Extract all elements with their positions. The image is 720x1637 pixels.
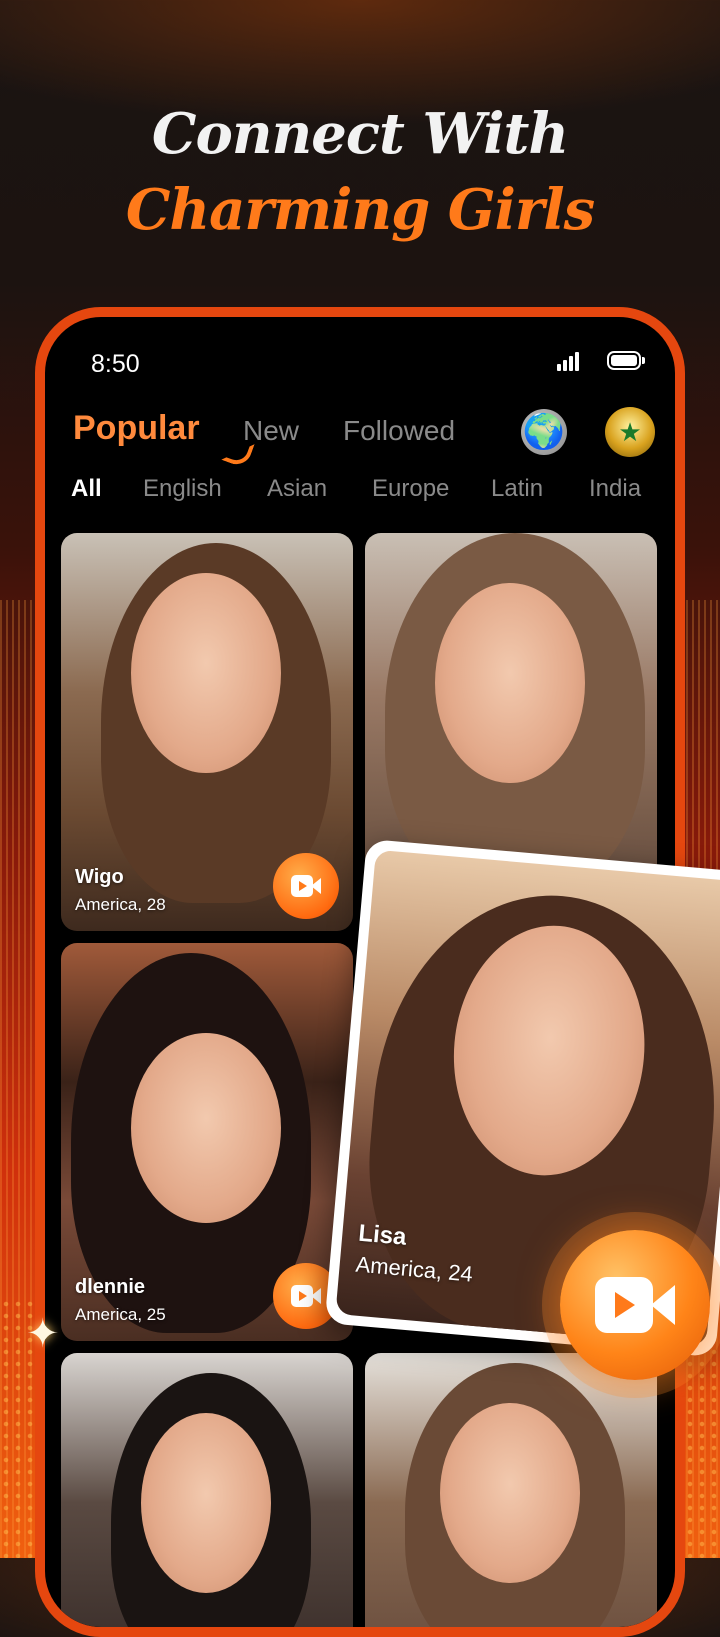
- profile-card[interactable]: Wigo America, 28: [61, 533, 353, 931]
- tab-new[interactable]: New: [243, 415, 299, 447]
- card-location: America, 28: [75, 895, 166, 914]
- signal-icon: [557, 351, 581, 371]
- filter-europe[interactable]: Europe: [372, 475, 449, 503]
- video-call-icon: [291, 1285, 321, 1307]
- status-time: 8:50: [91, 350, 140, 378]
- profile-photo: [131, 1033, 281, 1223]
- profile-card[interactable]: dlennie America, 25: [61, 943, 353, 1341]
- filter-english[interactable]: English: [143, 475, 222, 503]
- card-location: America, 25: [75, 1305, 166, 1324]
- filter-latin[interactable]: Latin: [491, 475, 543, 503]
- filter-india[interactable]: India: [589, 475, 641, 503]
- video-call-icon: [291, 875, 321, 897]
- card-name: Wigo: [75, 866, 124, 888]
- card-name: dlennie: [75, 1276, 146, 1298]
- sparkle-icon: ✦: [26, 1312, 60, 1356]
- headline-line-1: Connect With: [151, 101, 569, 167]
- status-bar: 8:50: [91, 347, 645, 378]
- region-filters: All English Asian Europe Latin India: [71, 475, 655, 515]
- filter-all[interactable]: All: [71, 475, 102, 503]
- globe-icon[interactable]: 🌍: [521, 409, 567, 455]
- profile-photo: [435, 583, 585, 783]
- profile-card[interactable]: [61, 1353, 353, 1627]
- profile-photo: [440, 1403, 580, 1583]
- featured-name: Lisa: [357, 1219, 408, 1251]
- vip-badge-icon[interactable]: ★: [605, 407, 655, 457]
- top-tabs: Popular New Followed 🌍 ★: [73, 407, 655, 469]
- video-call-icon: [595, 1277, 675, 1333]
- video-call-button[interactable]: [273, 853, 339, 919]
- profile-card[interactable]: [365, 1353, 657, 1627]
- filter-asian[interactable]: Asian: [267, 475, 327, 503]
- battery-icon: [607, 351, 645, 370]
- featured-video-call-button[interactable]: [560, 1230, 710, 1380]
- headline-line-2: Charming Girls: [125, 177, 595, 243]
- tab-followed[interactable]: Followed: [343, 415, 455, 447]
- profile-photo: [131, 573, 281, 773]
- profile-photo: [141, 1413, 271, 1593]
- promo-headline: Connect With Charming Girls: [0, 96, 720, 248]
- tab-popular[interactable]: Popular: [73, 409, 200, 448]
